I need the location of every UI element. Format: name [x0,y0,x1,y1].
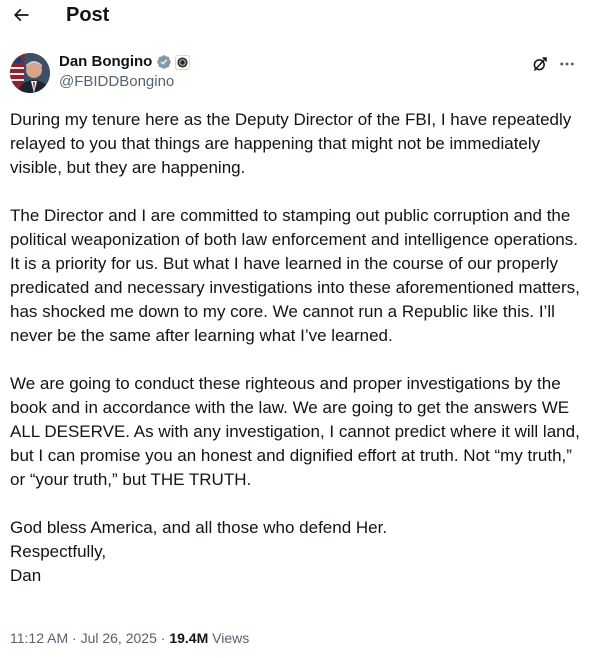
verified-badge-icon[interactable] [156,54,172,70]
arrow-left-icon [13,8,29,22]
name-line: Dan Bongino [59,53,191,71]
post-closing: God bless America, and all those who def… [10,516,582,588]
back-button[interactable] [10,4,32,26]
more-options-button[interactable] [556,54,578,74]
avatar[interactable] [10,53,50,93]
post-paragraph: We are going to conduct these righteous … [10,374,580,489]
post-line: Respectfully, [10,542,107,561]
author-handle[interactable]: @FBIDDBongino [59,73,174,91]
government-seal-icon[interactable] [175,54,191,70]
views-label: Views [212,630,250,646]
post-line: God bless America, and all those who def… [10,518,388,537]
post-date[interactable]: Jul 26, 2025 [81,630,157,646]
post-paragraph: During my tenure here as the Deputy Dire… [10,110,572,177]
page-title: Post [66,4,110,26]
post-text: During my tenure here as the Deputy Dire… [10,108,582,588]
post-time[interactable]: 11:12 AM [10,630,68,646]
display-name[interactable]: Dan Bongino [59,53,152,71]
more-horizontal-icon [560,62,574,66]
grok-icon [533,57,547,71]
post-paragraph: The Director and I are committed to stam… [10,206,580,345]
post-line: Dan [10,566,42,585]
post-header: Post [0,0,590,30]
grok-button[interactable] [530,54,550,74]
author-row: Dan Bongino @FBIDDBongino [0,50,590,94]
meta-separator: · [72,630,81,646]
views-count[interactable]: 19.4M [169,630,212,646]
post-meta: 11:12 AM · Jul 26, 2025 · 19.4M Views [10,628,249,648]
